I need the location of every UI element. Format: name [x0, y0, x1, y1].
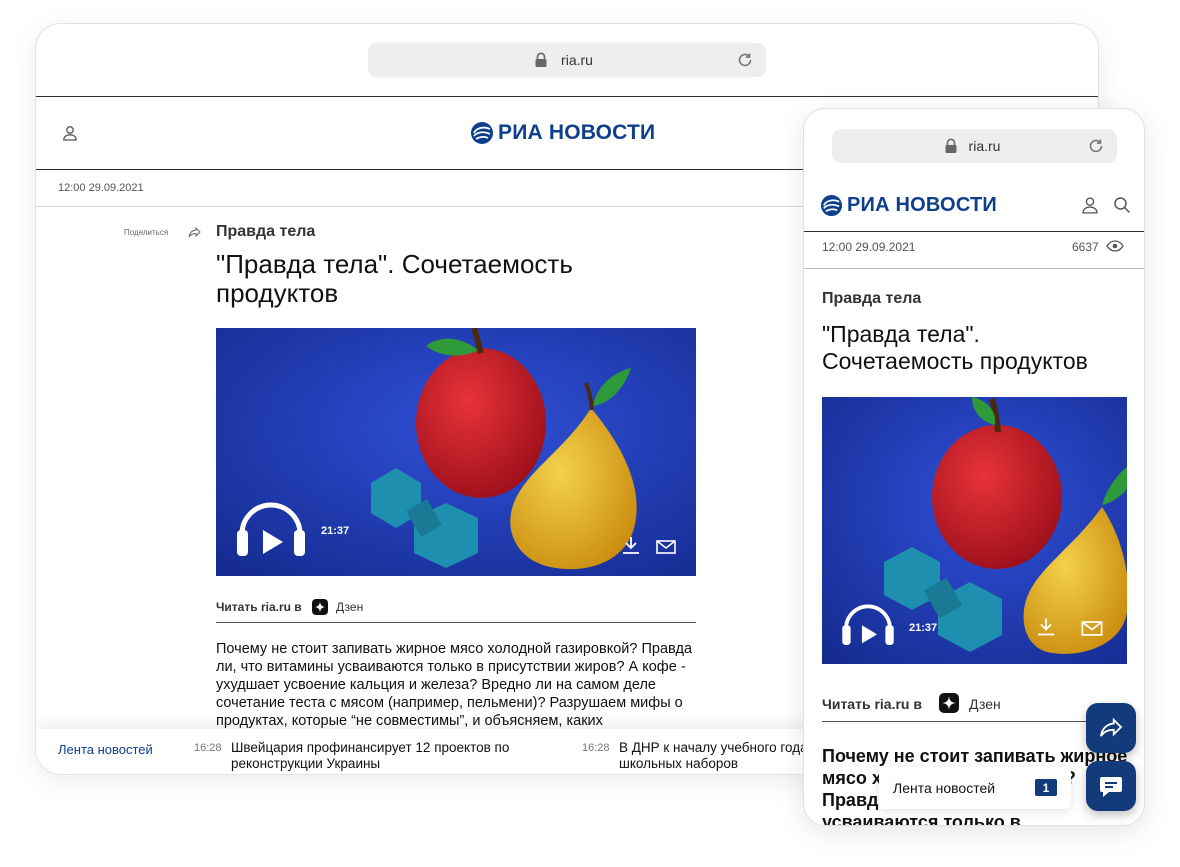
headphones-play-icon[interactable]: [840, 598, 896, 648]
publish-datetime: 12:00 29.09.2021: [58, 182, 144, 194]
news-count-badge: 1: [1035, 779, 1057, 796]
view-count: 6637: [1072, 240, 1099, 254]
article-title: "Правда тела". Сочетаемость продуктов: [822, 321, 1088, 374]
download-icon[interactable]: [622, 536, 640, 555]
dzen-icon[interactable]: [939, 693, 959, 713]
news-feed-button[interactable]: Лента новостей 1: [879, 767, 1071, 809]
lock-icon: [535, 52, 547, 67]
chat-icon: [1100, 777, 1122, 797]
divider: [804, 268, 1144, 269]
reload-icon[interactable]: [1087, 137, 1105, 155]
news-feed-label: Лента новостей: [893, 780, 996, 796]
share-icon: [1100, 718, 1123, 737]
ria-logo[interactable]: РИА НОВОСТИ: [820, 194, 997, 217]
headphones-play-icon[interactable]: [234, 494, 308, 560]
rubric-link[interactable]: Правда тела: [822, 290, 921, 308]
ria-logo-icon: [471, 122, 493, 144]
dzen-link[interactable]: Дзен: [969, 696, 1001, 712]
user-icon[interactable]: [62, 125, 78, 141]
download-icon[interactable]: [1037, 617, 1055, 637]
ria-logo-icon: [820, 194, 843, 217]
read-on-label: Читать ria.ru в: [822, 696, 922, 712]
media-duration: 21:37: [321, 525, 350, 537]
news-item-time: 16:28: [582, 742, 610, 754]
lock-icon: [945, 138, 957, 153]
user-icon[interactable]: [1081, 196, 1099, 214]
chat-button[interactable]: [1086, 761, 1136, 811]
news-feed-title[interactable]: Лента новостей: [58, 742, 153, 757]
share-label[interactable]: Поделиться: [124, 228, 168, 237]
divider: [822, 721, 1127, 722]
dzen-icon[interactable]: [312, 599, 328, 615]
article-title: "Правда тела". Сочетаемость продуктов: [216, 249, 573, 308]
dzen-link[interactable]: Дзен: [336, 600, 363, 614]
share-icon[interactable]: [188, 227, 201, 238]
address-bar-url: ria.ru: [968, 138, 1001, 154]
news-item-link[interactable]: Швейцария профинансирует 12 проектов по …: [231, 740, 511, 772]
divider: [36, 96, 1098, 97]
divider: [804, 231, 1144, 232]
rubric-link[interactable]: Правда тела: [216, 223, 315, 241]
publish-datetime: 12:00 29.09.2021: [822, 240, 916, 254]
logo-text: РИА НОВОСТИ: [847, 194, 997, 216]
reload-icon[interactable]: [736, 51, 754, 69]
podcast-player[interactable]: 21:37: [216, 328, 696, 576]
podcast-player[interactable]: 21:37: [822, 397, 1127, 664]
address-bar[interactable]: ria.ru: [368, 43, 766, 77]
address-bar-url: ria.ru: [561, 52, 593, 68]
news-item-link[interactable]: В ДНР к началу учебного года школьных на…: [619, 740, 809, 772]
logo-text: РИА НОВОСТИ: [498, 121, 656, 144]
search-icon[interactable]: [1113, 196, 1131, 214]
news-item-time: 16:28: [194, 742, 222, 754]
mail-icon[interactable]: [1081, 621, 1103, 636]
media-duration: 21:37: [909, 622, 938, 634]
mobile-browser-window: ria.ru РИА НОВОСТИ 12:00 29.09.2021 6637…: [803, 108, 1145, 826]
ria-logo[interactable]: РИА НОВОСТИ: [470, 121, 655, 145]
share-button[interactable]: [1086, 703, 1136, 753]
read-on-label: Читать ria.ru в: [216, 600, 302, 614]
eye-icon: [1106, 240, 1124, 252]
mail-icon[interactable]: [656, 540, 676, 554]
article-body: Почему не стоит запивать жирное мясо хол…: [216, 641, 693, 729]
divider: [216, 622, 696, 623]
address-bar[interactable]: ria.ru: [832, 129, 1117, 163]
